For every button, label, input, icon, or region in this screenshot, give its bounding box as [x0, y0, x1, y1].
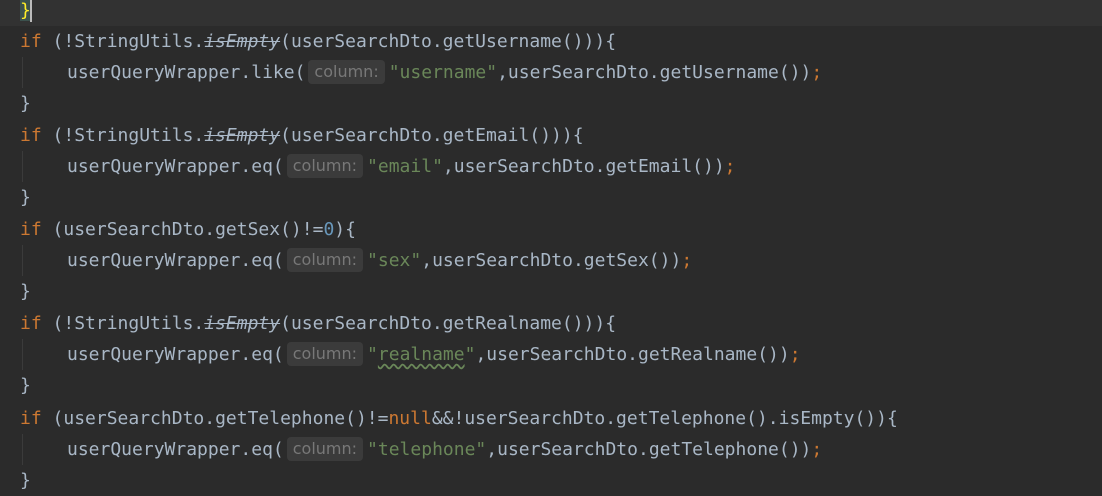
- code-line[interactable]: userQueryWrapper.eq(column: "telephone",u…: [0, 434, 1102, 465]
- code-text: ,userSearchDto.getEmail()): [442, 156, 725, 177]
- closing-brace: }: [20, 281, 31, 302]
- code-text: (userSearchDto.getEmail())){: [280, 125, 584, 146]
- code-text: (!StringUtils.: [41, 313, 205, 334]
- string-literal: "realname": [367, 344, 475, 365]
- semicolon: ;: [724, 156, 736, 177]
- code-text: ,userSearchDto.getRealname()): [475, 344, 790, 365]
- code-text: userQueryWrapper.eq(: [67, 156, 284, 177]
- code-line[interactable]: }: [0, 276, 1102, 307]
- code-text: (userSearchDto.getTelephone()!=: [41, 408, 389, 429]
- string-quote: ": [464, 344, 476, 365]
- indent-guide: [22, 434, 23, 465]
- code-editor[interactable]: } if (!StringUtils.isEmpty(userSearchDto…: [0, 0, 1102, 496]
- parameter-hint: column:: [286, 342, 364, 366]
- code-text: userQueryWrapper.eq(: [67, 439, 284, 460]
- semicolon: ;: [811, 439, 823, 460]
- keyword: if: [20, 125, 42, 146]
- code-text: ){: [334, 219, 356, 240]
- parameter-hint: column:: [286, 248, 364, 272]
- code-line[interactable]: userQueryWrapper.eq(column: "sex",userSea…: [0, 245, 1102, 276]
- string-literal: "username": [388, 62, 498, 83]
- semicolon: ;: [811, 62, 823, 83]
- parameter-hint: column:: [286, 437, 364, 461]
- string-quote: ": [367, 344, 378, 365]
- deprecated-call: isEmpty: [204, 31, 281, 52]
- indent-guide: [22, 339, 23, 370]
- parameter-hint: column:: [308, 60, 385, 84]
- closing-brace: }: [20, 187, 31, 208]
- string-literal: "telephone": [367, 439, 487, 460]
- closing-brace: }: [20, 470, 31, 491]
- parameter-hint: column:: [286, 154, 364, 178]
- code-line[interactable]: if (!StringUtils.isEmpty(userSearchDto.g…: [0, 120, 1102, 151]
- deprecated-call: isEmpty: [204, 125, 281, 146]
- keyword: if: [20, 408, 42, 429]
- code-text: userQueryWrapper.eq(: [67, 344, 284, 365]
- code-text: &&!userSearchDto.getTelephone().isEmpty(…: [431, 408, 898, 429]
- code-text: ,userSearchDto.getSex()): [421, 250, 682, 271]
- semicolon: ;: [681, 250, 693, 271]
- code-line[interactable]: }: [0, 465, 1102, 496]
- code-text: ,userSearchDto.getUsername()): [497, 62, 812, 83]
- indent-guide: [22, 245, 23, 276]
- indent-guide: [22, 151, 23, 182]
- closing-brace: }: [20, 93, 31, 114]
- deprecated-call: isEmpty: [204, 313, 281, 334]
- indent-guide: [22, 57, 23, 88]
- closing-brace: }: [20, 375, 31, 396]
- code-text: (!StringUtils.: [41, 31, 205, 52]
- code-text: (!StringUtils.: [41, 125, 205, 146]
- code-line[interactable]: if (userSearchDto.getSex()!=0){: [0, 214, 1102, 245]
- code-line[interactable]: }: [0, 370, 1102, 401]
- keyword: if: [20, 31, 42, 52]
- code-text: (userSearchDto.getRealname())){: [280, 313, 617, 334]
- keyword: if: [20, 219, 42, 240]
- code-line[interactable]: }: [0, 88, 1102, 119]
- code-line[interactable]: userQueryWrapper.eq(column: "realname",us…: [0, 339, 1102, 370]
- number-literal: 0: [323, 219, 335, 240]
- semicolon: ;: [789, 344, 801, 365]
- code-text: ,userSearchDto.getTelephone()): [486, 439, 812, 460]
- code-line[interactable]: userQueryWrapper.eq(column: "email",userS…: [0, 151, 1102, 182]
- code-text: userQueryWrapper.eq(: [67, 250, 284, 271]
- string-literal: "email": [367, 156, 443, 177]
- keyword: if: [20, 313, 42, 334]
- code-line[interactable]: if (userSearchDto.getTelephone()!=null&&…: [0, 403, 1102, 434]
- code-line[interactable]: }: [0, 182, 1102, 213]
- code-line[interactable]: if (!StringUtils.isEmpty(userSearchDto.g…: [0, 26, 1102, 57]
- code-line[interactable]: if (!StringUtils.isEmpty(userSearchDto.g…: [0, 308, 1102, 339]
- code-line[interactable]: userQueryWrapper.like(column: "username",…: [0, 57, 1102, 88]
- text-caret: [29, 0, 32, 22]
- null-keyword: null: [388, 408, 432, 429]
- code-line[interactable]: }: [0, 0, 1102, 26]
- code-text: (userSearchDto.getUsername())){: [280, 31, 617, 52]
- code-text: (userSearchDto.getSex()!=: [41, 219, 324, 240]
- string-literal: "sex": [367, 250, 422, 271]
- typo-warning-word: realname: [377, 344, 465, 365]
- code-text: userQueryWrapper.like(: [67, 62, 306, 83]
